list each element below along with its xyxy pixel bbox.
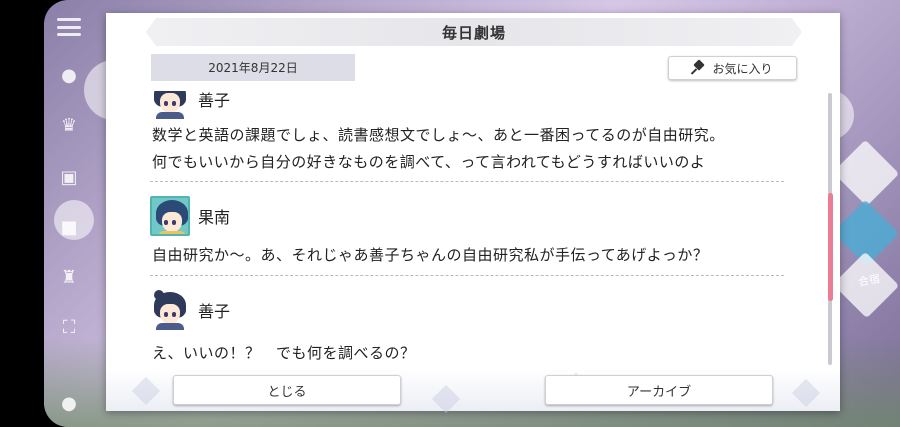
person-icon: ●	[61, 392, 77, 414]
present-side-button[interactable]: ♛	[56, 112, 82, 138]
favorite-button[interactable]: お気に入り	[668, 56, 797, 80]
trophy-side-button[interactable]: ♜	[56, 264, 82, 290]
trophy-icon: ♜	[60, 266, 78, 288]
message-item: 善子 え、いいの！？ でも何を調べるの？	[150, 290, 784, 367]
speaker-name: 果南	[198, 208, 231, 227]
favorite-label: お気に入り	[712, 61, 773, 76]
yoshiko-avatar	[150, 91, 190, 119]
scrollbar-thumb[interactable]	[828, 193, 833, 301]
pin-icon	[692, 61, 706, 75]
fullscreen-side-button[interactable]: ⛶	[56, 314, 82, 340]
menu-button[interactable]	[56, 14, 82, 40]
message-line: 自由研究か〜。あ、それじゃあ善子ちゃんの自由研究私が手伝ってあげよっか？	[152, 246, 709, 264]
profile-side-button[interactable]: ●	[56, 390, 82, 416]
hamburger-icon	[57, 18, 81, 36]
speaker-row: 善子	[150, 91, 784, 119]
notice-side-button[interactable]: ■	[56, 214, 82, 240]
notice-icon: ■	[60, 216, 78, 238]
date-label: 2021年8月22日	[151, 54, 355, 81]
message-line: 数学と英語の課題でしょ、読書感想文でしょ〜、あと一番困ってるのが自由研究。	[152, 126, 725, 144]
close-button[interactable]: とじる	[173, 375, 401, 405]
kanan-avatar	[150, 196, 190, 236]
message-line: 何でもいいから自分の好きなものを調べて、って言われてもどうすればいいのよ	[152, 153, 706, 171]
daily-theater-dialog: 毎日劇場 2021年8月22日 お気に入り 善子 数学と英語の課題でしょ、読書感…	[106, 13, 840, 414]
message-divider	[150, 181, 784, 182]
expand-icon: ⛶	[62, 316, 76, 338]
yoshiko-avatar	[150, 290, 190, 330]
message-item: 果南 自由研究か〜。あ、それじゃあ善子ちゃんの自由研究私が手伝ってあげよっか？	[150, 196, 784, 269]
chat-icon: ●	[61, 64, 77, 86]
gift-side-button[interactable]: ▣	[56, 164, 82, 190]
speaker-name: 善子	[198, 91, 231, 110]
present-icon: ♛	[60, 114, 78, 136]
message-divider	[150, 275, 784, 276]
dialog-title: 毎日劇場	[441, 23, 506, 42]
message-item: 善子 数学と英語の課題でしょ、読書感想文でしょ〜、あと一番困ってるのが自由研究。…	[150, 91, 784, 176]
dialog-header: 毎日劇場	[146, 18, 802, 46]
speaker-row: 善子	[150, 290, 784, 330]
conversation-scroll-area[interactable]: 善子 数学と英語の課題でしょ、読書感想文でしょ〜、あと一番困ってるのが自由研究。…	[150, 91, 784, 367]
gift-icon: ▣	[60, 166, 78, 188]
archive-button[interactable]: アーカイブ	[545, 375, 773, 405]
message-line: え、いいの！？ でも何を調べるの？	[152, 344, 416, 362]
chat-side-button[interactable]: ●	[56, 62, 82, 88]
speaker-name: 善子	[198, 302, 231, 321]
speaker-row: 果南	[150, 196, 784, 236]
